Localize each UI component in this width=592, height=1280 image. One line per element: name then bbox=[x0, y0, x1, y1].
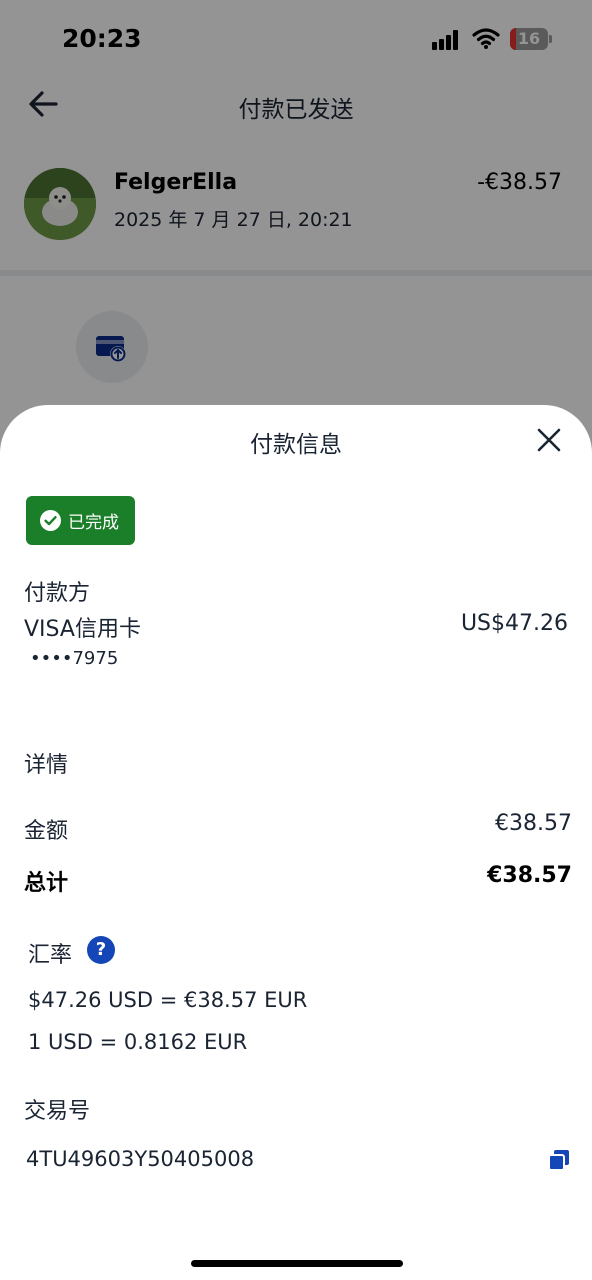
sheet-title: 付款信息 bbox=[250, 432, 342, 458]
home-indicator bbox=[191, 1260, 403, 1267]
close-icon[interactable] bbox=[530, 421, 568, 459]
copy-icon[interactable] bbox=[548, 1149, 570, 1171]
amount-value: €38.57 bbox=[495, 811, 572, 836]
exchange-rate-label: 汇率 bbox=[28, 943, 73, 968]
total-value: €38.57 bbox=[487, 863, 572, 888]
payer-amount: US$47.26 bbox=[460, 611, 568, 636]
details-label: 详情 bbox=[24, 753, 69, 778]
payment-method: VISA信用卡 bbox=[24, 617, 141, 642]
payment-info-sheet: 付款信息 已完成 付款方 VISA信用卡 US$47.26 ••••7975 详… bbox=[0, 405, 592, 1280]
amount-label: 金额 bbox=[24, 819, 69, 844]
conversion-line: $47.26 USD = €38.57 EUR bbox=[28, 988, 308, 1012]
card-number: ••••7975 bbox=[30, 648, 119, 669]
transaction-id[interactable]: 4TU49603Y50405008 bbox=[26, 1147, 254, 1171]
total-label: 总计 bbox=[24, 871, 69, 896]
check-circle-icon bbox=[40, 510, 61, 531]
payer-label: 付款方 bbox=[24, 581, 91, 606]
status-badge-label: 已完成 bbox=[68, 513, 119, 533]
status-badge: 已完成 bbox=[26, 496, 135, 545]
rate-line: 1 USD = 0.8162 EUR bbox=[28, 1030, 248, 1054]
transaction-id-label: 交易号 bbox=[24, 1099, 91, 1124]
help-icon[interactable]: ? bbox=[87, 936, 115, 964]
